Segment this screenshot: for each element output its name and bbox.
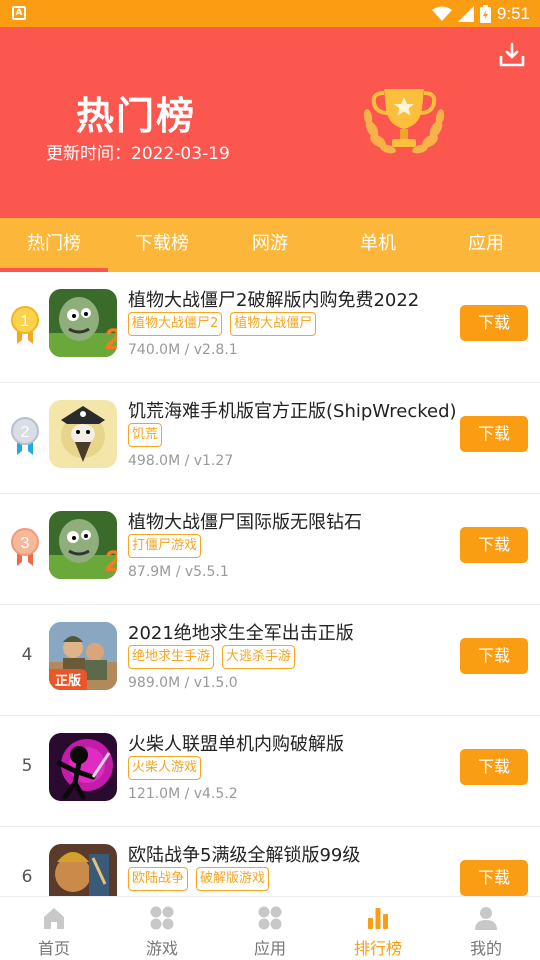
nav-apps[interactable]: 应用 <box>216 897 324 960</box>
european-war-game-icon <box>49 844 117 896</box>
pubg-game-icon: 正版 <box>49 622 117 690</box>
user-icon <box>475 907 497 930</box>
tag-list: 植物大战僵尸2 植物大战僵尸 <box>128 312 317 336</box>
bottom-nav: 首页 游戏 应用 排行榜 我的 <box>0 896 540 960</box>
tag[interactable]: 欧陆战争 <box>128 867 189 891</box>
status-bar: A 9:51 <box>0 0 540 27</box>
app-name: 饥荒海难手机版官方正版(ShipWrecked) <box>128 401 457 422</box>
download-button[interactable]: 下载 <box>460 860 528 896</box>
tag-list: 火柴人游戏 <box>128 756 202 780</box>
nav-label: 排行榜 <box>353 939 402 958</box>
download-button[interactable]: 下载 <box>460 638 528 674</box>
nav-ranking[interactable]: 排行榜 <box>324 897 432 960</box>
app-root: A 9:51 热门榜 更新时间：2022-03-19 热门榜 下载榜 网游 单机… <box>0 0 540 960</box>
download-button[interactable]: 下载 <box>460 527 528 563</box>
ranking-bars-icon <box>368 908 388 929</box>
app-list: 1 2 植物大战僵尸2破解版内购免费2022 植物大战僵尸2 植物大战僵尸 74… <box>0 272 540 896</box>
app-size-version: 121.0M / v4.5.2 <box>128 786 238 802</box>
tab-hot[interactable]: 热门榜 <box>0 218 108 272</box>
nav-label: 我的 <box>469 939 502 958</box>
status-icons: 9:51 <box>431 3 530 25</box>
tag[interactable]: 植物大战僵尸2 <box>128 312 223 336</box>
tag[interactable]: 绝地求生手游 <box>128 645 215 669</box>
nav-profile[interactable]: 我的 <box>432 897 540 960</box>
list-item[interactable]: 6 欧陆战争5满级全解锁版99级 欧陆战争 破解版游戏 下载 <box>0 827 540 896</box>
tag-list: 绝地求生手游 大逃杀手游 <box>128 645 296 669</box>
app-name: 欧陆战争5满级全解锁版99级 <box>128 845 361 866</box>
list-item[interactable]: 5 火柴人联盟单机内购破解版 火柴人游戏 121.0M / v4.5.2 下载 <box>0 716 540 827</box>
app-name: 火柴人联盟单机内购破解版 <box>128 734 344 755</box>
signal-icon <box>457 6 474 22</box>
rank-number: 6 <box>21 867 33 887</box>
tag[interactable]: 植物大战僵尸 <box>230 312 317 336</box>
list-item[interactable]: 4 正版 2021绝地求生全军出击正版 绝地求生手游 大逃杀手游 989.0M … <box>0 605 540 716</box>
app-name: 植物大战僵尸2破解版内购免费2022 <box>128 290 420 311</box>
stickman-game-icon <box>49 733 117 801</box>
app-size-version: 989.0M / v1.5.0 <box>128 675 238 691</box>
nav-label: 首页 <box>37 939 70 958</box>
tab-apps[interactable]: 应用 <box>432 218 540 272</box>
app-name: 2021绝地求生全军出击正版 <box>128 623 354 644</box>
official-badge: 正版 <box>49 669 88 690</box>
silver-medal-icon: 2 <box>11 417 39 455</box>
nav-games[interactable]: 游戏 <box>108 897 216 960</box>
trophy-icon <box>363 89 445 154</box>
tag[interactable]: 火柴人游戏 <box>128 756 202 780</box>
page-title: 热门榜 <box>76 94 197 138</box>
battery-icon <box>479 5 491 23</box>
nav-home[interactable]: 首页 <box>0 897 108 960</box>
svg-text:2: 2 <box>21 424 30 441</box>
pvz2-game-icon: 2 <box>49 289 117 357</box>
nav-label: 应用 <box>253 939 286 958</box>
download-button[interactable]: 下载 <box>460 749 528 785</box>
tag-list: 欧陆战争 破解版游戏 <box>128 867 270 891</box>
tag[interactable]: 大逃杀手游 <box>222 645 296 669</box>
svg-text:3: 3 <box>21 535 30 552</box>
download-icon[interactable] <box>498 41 526 69</box>
nav-label: 游戏 <box>145 939 178 958</box>
notification-icon: A <box>12 6 26 20</box>
ranking-tabs: 热门榜 下载榜 网游 单机 应用 <box>0 218 540 272</box>
dont-starve-game-icon <box>49 400 117 468</box>
app-name: 植物大战僵尸国际版无限钻石 <box>128 512 362 533</box>
update-date: 2022-03-19 <box>131 144 230 164</box>
list-item[interactable]: 3 2 植物大战僵尸国际版无限钻石 打僵尸游戏 87.9M / v5.5.1 下… <box>0 494 540 605</box>
svg-text:1: 1 <box>21 313 30 330</box>
tab-online[interactable]: 网游 <box>216 218 324 272</box>
app-size-version: 498.0M / v1.27 <box>128 453 234 469</box>
app-size-version: 87.9M / v5.5.1 <box>128 564 229 580</box>
tag[interactable]: 破解版游戏 <box>196 867 270 891</box>
tab-downloads[interactable]: 下载榜 <box>108 218 216 272</box>
pvz-international-game-icon: 2 <box>49 511 117 579</box>
home-icon <box>44 908 64 929</box>
wifi-icon <box>431 6 452 21</box>
apps-grid-icon <box>258 906 282 930</box>
gold-medal-icon: 1 <box>11 306 39 344</box>
list-item[interactable]: 1 2 植物大战僵尸2破解版内购免费2022 植物大战僵尸2 植物大战僵尸 74… <box>0 272 540 383</box>
tab-single[interactable]: 单机 <box>324 218 432 272</box>
tag[interactable]: 打僵尸游戏 <box>128 534 202 558</box>
tag-list: 打僵尸游戏 <box>128 534 202 558</box>
rank-number: 4 <box>21 645 33 665</box>
download-button[interactable]: 下载 <box>460 305 528 341</box>
app-size-version: 740.0M / v2.8.1 <box>128 342 238 358</box>
update-date-row: 更新时间：2022-03-19 <box>46 139 230 164</box>
tag-list: 饥荒 <box>128 423 163 447</box>
rank-number: 5 <box>21 756 33 776</box>
svg-text:2: 2 <box>105 323 117 356</box>
update-label: 更新时间： <box>46 144 131 164</box>
list-item[interactable]: 2 饥荒海难手机版官方正版(ShipWrecked) 饥荒 498.0M / v… <box>0 383 540 494</box>
svg-text:2: 2 <box>105 545 117 578</box>
ranking-header: 热门榜 更新时间：2022-03-19 <box>0 27 540 218</box>
games-grid-icon <box>150 906 174 930</box>
tag[interactable]: 饥荒 <box>128 423 163 447</box>
bronze-medal-icon: 3 <box>11 528 39 566</box>
clock: 9:51 <box>496 4 530 23</box>
download-button[interactable]: 下载 <box>460 416 528 452</box>
